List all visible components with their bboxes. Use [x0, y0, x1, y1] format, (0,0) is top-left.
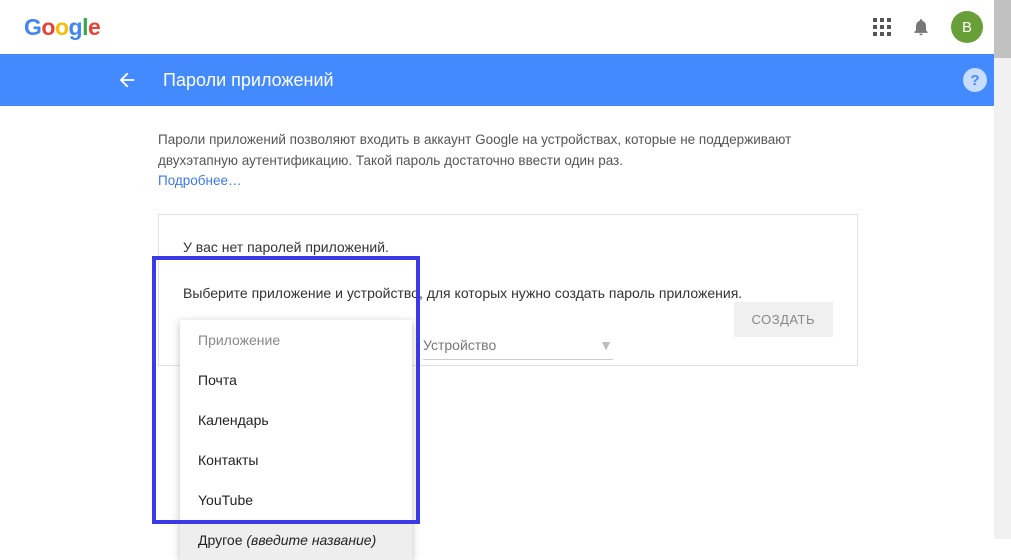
topbar: Google В — [0, 0, 1011, 54]
logo-letter: e — [88, 14, 100, 40]
back-arrow-icon[interactable] — [115, 68, 139, 92]
avatar[interactable]: В — [951, 11, 983, 43]
dropdown-header: Приложение — [180, 320, 412, 360]
scrollbar-track[interactable] — [994, 0, 1011, 539]
learn-more-link[interactable]: Подробнее… — [158, 173, 242, 188]
dropdown-item-other[interactable]: Другое (введите название) — [180, 520, 412, 560]
no-passwords-text: У вас нет паролей приложений. — [183, 239, 833, 255]
instruction-text: Выберите приложение и устройство, для ко… — [183, 285, 833, 301]
dropdown-other-hint: (введите название) — [246, 532, 376, 548]
google-logo[interactable]: Google — [18, 14, 100, 41]
scrollbar-thumb[interactable] — [994, 0, 1011, 58]
page-title: Пароли приложений — [163, 70, 334, 91]
create-button[interactable]: СОЗДАТЬ — [734, 302, 834, 337]
device-select[interactable]: Устройство ▼ — [423, 337, 613, 360]
notifications-icon[interactable] — [911, 17, 931, 37]
dropdown-other-prefix: Другое — [198, 532, 246, 548]
dropdown-item-contacts[interactable]: Контакты — [180, 440, 412, 480]
description-text: Пароли приложений позволяют входить в ак… — [158, 130, 858, 172]
apps-icon[interactable] — [873, 18, 891, 36]
topbar-right: В — [873, 11, 993, 43]
chevron-down-icon: ▼ — [599, 337, 613, 353]
app-dropdown: Приложение Почта Календарь Контакты YouT… — [180, 320, 412, 560]
logo-letter: o — [41, 14, 55, 40]
dropdown-item-mail[interactable]: Почта — [180, 360, 412, 400]
logo-letter: g — [69, 14, 83, 40]
logo-letter: o — [55, 14, 69, 40]
bluebar: Пароли приложений ? — [0, 54, 1011, 106]
device-select-label: Устройство — [423, 337, 496, 353]
help-icon[interactable]: ? — [963, 68, 987, 92]
dropdown-item-youtube[interactable]: YouTube — [180, 480, 412, 520]
dropdown-item-calendar[interactable]: Календарь — [180, 400, 412, 440]
logo-letter: G — [24, 14, 41, 40]
